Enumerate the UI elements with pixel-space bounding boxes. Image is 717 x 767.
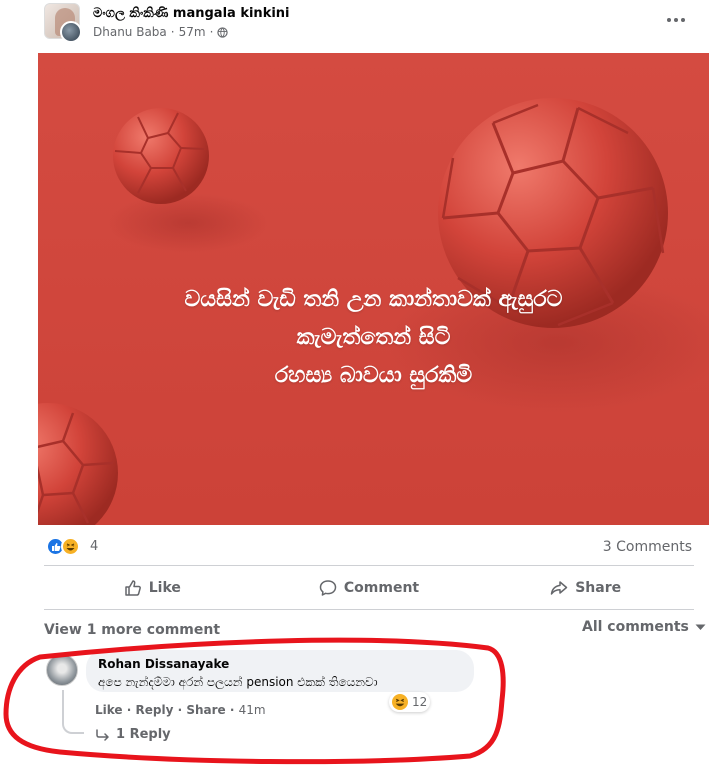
post-header: මංගල කිංකිණි mangala kinkini Dhanu Baba … <box>0 0 717 50</box>
divider <box>44 565 694 566</box>
caption-line: කැමැත්තෙන් සිටි <box>296 325 451 350</box>
sep: · <box>225 703 239 717</box>
post-time-separator: · <box>170 25 175 39</box>
comment-reaction-count: 12 <box>412 695 428 709</box>
post-action-bar: Like Comment Share <box>44 570 694 606</box>
haha-reaction-icon <box>392 694 408 710</box>
comment-filter-dropdown[interactable]: All comments <box>582 619 706 635</box>
ball-small <box>113 108 209 204</box>
caption-line: වයසින් වැඩි තනි උන කාන්තාවක් ඇසුරට <box>184 287 563 312</box>
reactions-summary: 4 3 Comments <box>44 535 694 559</box>
reaction-count[interactable]: 4 <box>90 539 98 554</box>
comment-filter-label: All comments <box>582 619 689 635</box>
more-horizontal-icon <box>667 18 685 22</box>
author-avatar[interactable] <box>60 21 82 43</box>
view-replies-label: 1 Reply <box>116 727 171 742</box>
share-icon <box>550 581 568 595</box>
reply-thread-line <box>62 690 84 734</box>
comment-share-link[interactable]: Share <box>186 703 225 717</box>
post-options-button[interactable] <box>664 10 688 30</box>
image-caption: වයසින් වැඩි තනි උන කාන්තාවක් ඇසුරට කැමැත… <box>38 281 709 395</box>
comment-text: අපෙ නැන්දම්මා අරන් පලයන් pension එකක් ති… <box>98 675 378 689</box>
reply-arrow-icon <box>96 728 109 741</box>
comment-button-label: Comment <box>343 580 420 596</box>
comment-reply-link[interactable]: Reply <box>135 703 173 717</box>
commenter-avatar[interactable] <box>46 654 78 686</box>
group-avatar-stack[interactable] <box>44 3 84 43</box>
commenter-name-link[interactable]: Rohan Dissanayake <box>98 657 462 671</box>
post-meta: Dhanu Baba · 57m · <box>93 25 229 39</box>
meta-dot: · <box>209 25 214 39</box>
sep: · <box>173 703 187 717</box>
caret-down-icon <box>695 624 706 630</box>
sep: · <box>122 703 136 717</box>
group-name-link[interactable]: මංගල කිංකිණි mangala kinkini <box>93 6 290 21</box>
haha-reaction-icon <box>61 537 80 556</box>
reaction-icons[interactable] <box>46 537 86 557</box>
post-timestamp[interactable]: 57m <box>179 25 206 39</box>
comments-count-link[interactable]: 3 Comments <box>603 539 692 555</box>
like-button-label: Like <box>148 580 181 596</box>
view-replies-link[interactable]: 1 Reply <box>96 727 171 742</box>
share-button-label: Share <box>575 580 622 596</box>
author-name-link[interactable]: Dhanu Baba <box>93 25 167 39</box>
globe-icon <box>217 26 229 38</box>
view-more-comments-link[interactable]: View 1 more comment <box>44 622 220 638</box>
comment-bubble: Rohan Dissanayake අපෙ නැන්දම්මා අරන් පලය… <box>86 650 474 692</box>
share-button[interactable]: Share <box>477 570 694 606</box>
like-icon <box>125 580 141 596</box>
comment-button[interactable]: Comment <box>261 570 478 606</box>
comment-reaction-badge[interactable]: 12 <box>389 692 431 712</box>
comment: Rohan Dissanayake අපෙ නැන්දම්මා අරන් පලය… <box>44 650 694 767</box>
comment-actions: Like · Reply · Share · 41m <box>95 703 266 717</box>
comment-like-link[interactable]: Like <box>95 703 123 717</box>
comment-icon <box>319 580 337 596</box>
post-image[interactable]: වයසින් වැඩි තනි උන කාන්තාවක් ඇසුරට කැමැත… <box>38 53 709 525</box>
like-button[interactable]: Like <box>44 570 261 606</box>
comment-timestamp[interactable]: 41m <box>239 703 266 717</box>
caption-line: රහස්‍ය බාවයා සුරකිමි <box>274 363 473 388</box>
divider <box>44 609 694 610</box>
